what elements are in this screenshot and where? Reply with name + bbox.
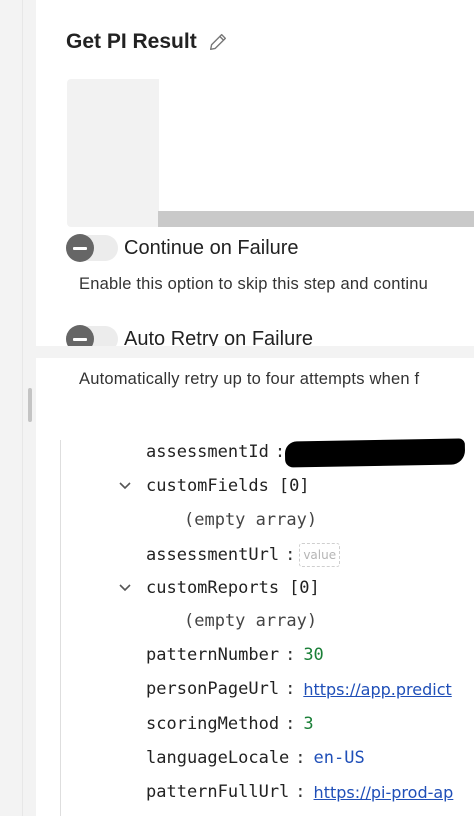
json-colon: :: [285, 679, 296, 699]
continue-on-failure-description: Enable this option to skip this step and…: [79, 275, 428, 293]
json-key: patternFullUrl: [146, 782, 290, 802]
json-link-value[interactable]: https://pi-prod-ap: [314, 783, 454, 802]
rail-divider: [22, 0, 23, 816]
json-key: languageLocale: [146, 748, 290, 768]
json-row-languageLocale: languageLocale : en-US: [146, 746, 365, 770]
pencil-icon[interactable]: [207, 31, 229, 53]
chevron-down-icon[interactable]: [117, 579, 133, 595]
json-key: scoringMethod: [146, 714, 280, 734]
left-rail: [0, 0, 36, 816]
json-output-tree: assessmentId : customFields [0] (empty a…: [60, 438, 474, 816]
json-row-customReports[interactable]: customReports [0]: [146, 576, 320, 600]
chevron-down-icon[interactable]: [117, 477, 133, 493]
toggle-knob-minus-icon: [66, 234, 94, 262]
json-colon: :: [285, 545, 296, 565]
horizontal-scrollbar[interactable]: [158, 211, 474, 227]
continue-on-failure-toggle[interactable]: [66, 234, 118, 262]
json-array-count: [0]: [289, 578, 320, 598]
json-colon: :: [285, 645, 296, 665]
continue-on-failure-option: Continue on Failure: [66, 234, 299, 262]
json-array-count: [0]: [278, 476, 310, 496]
json-row-customFields[interactable]: customFields [0]: [146, 474, 310, 498]
json-string-value: en-US: [313, 748, 365, 768]
image-placeholder: [67, 79, 159, 227]
page-title: Get PI Result: [66, 30, 229, 54]
empty-value-placeholder: value: [299, 543, 341, 567]
redaction-mark: [284, 438, 466, 468]
json-key: customFields: [146, 476, 269, 496]
page-title-text: Get PI Result: [66, 30, 197, 53]
json-row-scoringMethod: scoringMethod : 3: [146, 712, 314, 736]
json-row-assessmentUrl: assessmentUrl : value: [146, 540, 341, 570]
json-row-patternNumber: patternNumber : 30: [146, 643, 324, 667]
json-number-value: 3: [303, 714, 314, 734]
json-empty-array: (empty array): [184, 611, 318, 631]
json-row-personPageUrl: personPageUrl : https://app.predict: [146, 677, 452, 701]
section-separator: [36, 346, 474, 358]
json-number-value: 30: [303, 645, 324, 665]
json-row-patternFullUrl: patternFullUrl : https://pi-prod-ap: [146, 780, 453, 804]
continue-on-failure-label: Continue on Failure: [124, 236, 299, 259]
auto-retry-description: Automatically retry up to four attempts …: [79, 370, 420, 388]
json-key: customReports: [146, 578, 280, 598]
json-colon: :: [295, 748, 306, 768]
json-colon: :: [295, 782, 306, 802]
json-key: patternNumber: [146, 645, 280, 665]
json-key: assessmentId: [146, 442, 269, 462]
scrollbar-thumb[interactable]: [28, 388, 32, 422]
json-colon: :: [274, 442, 286, 462]
json-colon: :: [285, 714, 296, 734]
json-empty-array: (empty array): [184, 510, 318, 530]
json-key: assessmentUrl: [146, 545, 280, 565]
json-key: personPageUrl: [146, 679, 280, 699]
json-link-value[interactable]: https://app.predict: [303, 680, 451, 699]
